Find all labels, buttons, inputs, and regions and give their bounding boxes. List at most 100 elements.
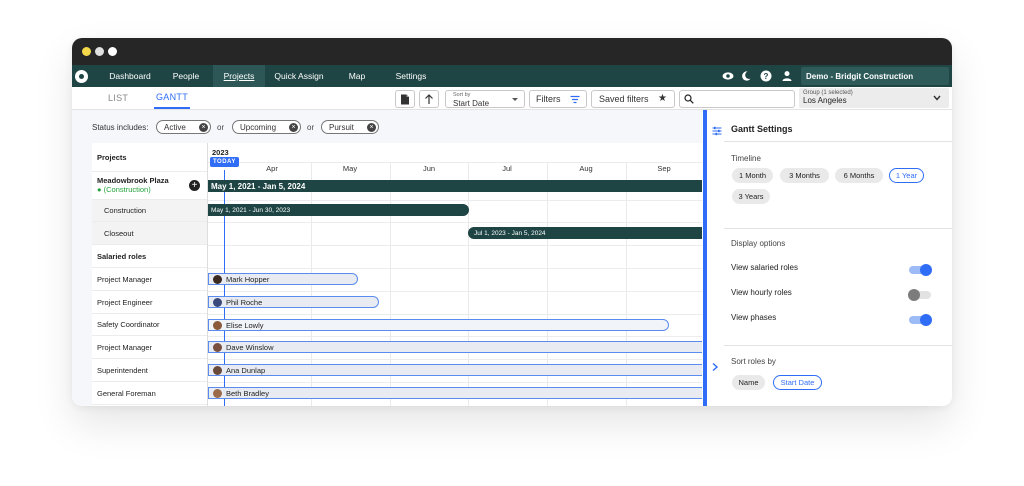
nav-quick-assign[interactable]: Quick Assign: [268, 65, 330, 87]
role-row[interactable]: Project Manager: [92, 336, 207, 359]
status-label: Status includes:: [92, 123, 148, 132]
close-icon[interactable]: ×: [199, 123, 208, 132]
document-icon: [400, 94, 410, 105]
status-chip-upcoming[interactable]: Upcoming ×: [232, 120, 301, 134]
export-button[interactable]: [395, 90, 415, 108]
person-name: Elise Lowly: [226, 321, 264, 330]
person-bar[interactable]: Beth Bradley: [208, 387, 702, 399]
company-selector[interactable]: Demo - Bridgit Construction: [801, 67, 949, 85]
month-label: Aug: [579, 164, 592, 173]
header-divider: [208, 162, 702, 163]
toggle-label: View phases: [731, 313, 776, 322]
phase-bar-construction[interactable]: May 1, 2021 - Jun 30, 2023: [208, 204, 469, 216]
bridgit-logo-icon[interactable]: [75, 70, 88, 83]
phase-row-closeout[interactable]: Closeout: [92, 222, 207, 245]
group-value: Los Angeles: [803, 96, 945, 105]
or-text: or: [217, 123, 224, 132]
help-icon[interactable]: ?: [760, 70, 772, 82]
traffic-light-yellow[interactable]: [82, 47, 91, 56]
row-divider: [208, 359, 702, 360]
sort-by-select[interactable]: Sort by Start Date: [445, 90, 525, 108]
chevron-down-icon: [512, 98, 518, 101]
add-icon[interactable]: +: [189, 180, 200, 191]
sort-option-selected[interactable]: Start Date: [773, 375, 822, 390]
timeline-option[interactable]: 3 Years: [732, 189, 770, 204]
person-bar[interactable]: Dave Winslow: [208, 341, 702, 353]
timeline-label: Timeline: [731, 154, 761, 163]
nav-map[interactable]: Map: [338, 65, 376, 87]
person-bar[interactable]: Mark Hopper: [208, 273, 358, 285]
phases-toggle[interactable]: [909, 316, 931, 324]
group-select[interactable]: Group (1 selected) Los Angeles: [799, 88, 949, 108]
sort-option[interactable]: Name: [732, 375, 765, 390]
timeline-option[interactable]: 3 Months: [780, 168, 829, 183]
timeline-option-selected[interactable]: 1 Year: [889, 168, 924, 183]
row-divider: [208, 200, 702, 201]
row-divider: [208, 291, 702, 292]
nav-dashboard[interactable]: Dashboard: [96, 65, 164, 87]
traffic-light-white[interactable]: [108, 47, 117, 56]
toggle-label: View hourly roles: [731, 288, 792, 297]
person-bar[interactable]: Elise Lowly: [208, 319, 669, 331]
status-filter-row: Status includes: Active × or Upcoming × …: [72, 110, 702, 143]
tab-gantt[interactable]: GANTT: [154, 87, 190, 109]
moon-icon[interactable]: [740, 70, 752, 82]
month-label: Jul: [502, 164, 512, 173]
role-row[interactable]: Project Engineer: [92, 291, 207, 314]
today-badge: TODAY: [210, 157, 239, 167]
phase-row-construction[interactable]: Construction: [92, 200, 207, 222]
divider: [724, 345, 952, 346]
roles-column: Projects Meadowbrook Plaza ● (Constructi…: [92, 143, 207, 406]
eye-icon[interactable]: [722, 70, 734, 82]
filters-button[interactable]: Filters: [529, 90, 587, 108]
divider: [724, 141, 952, 142]
user-icon[interactable]: [781, 70, 793, 82]
row-divider: [208, 336, 702, 337]
nav-people[interactable]: People: [164, 65, 208, 87]
timeline-option[interactable]: 6 Months: [835, 168, 883, 183]
month-label: Sep: [657, 164, 670, 173]
role-row[interactable]: Superintendent: [92, 359, 207, 382]
salaried-roles-header: Salaried roles: [92, 245, 207, 268]
timeline-option[interactable]: 1 Month: [732, 168, 773, 183]
svg-text:?: ?: [764, 72, 769, 81]
person-bar[interactable]: Phil Roche: [208, 296, 379, 308]
close-icon[interactable]: ×: [367, 123, 376, 132]
or-text: or: [307, 123, 314, 132]
salaried-roles-toggle[interactable]: [909, 266, 931, 274]
status-chip-active[interactable]: Active ×: [156, 120, 211, 134]
tab-list[interactable]: LIST: [108, 87, 128, 109]
top-navbar: Dashboard People Projects Quick Assign M…: [72, 65, 952, 87]
saved-filters-button[interactable]: Saved filters ★: [591, 90, 675, 108]
project-row-meadowbrook[interactable]: Meadowbrook Plaza ● (Construction) +: [92, 172, 207, 200]
role-row[interactable]: General Foreman: [92, 382, 207, 405]
chevron-right-icon[interactable]: [711, 362, 719, 372]
arrow-up-icon: [424, 94, 434, 105]
sliders-icon[interactable]: [712, 126, 722, 136]
traffic-light-gray[interactable]: [95, 47, 104, 56]
avatar: [213, 343, 222, 352]
avatar: [213, 321, 222, 330]
month-label: May: [343, 164, 357, 173]
avatar: [213, 298, 222, 307]
avatar: [213, 366, 222, 375]
row-divider: [208, 314, 702, 315]
status-chip-label: Pursuit: [329, 123, 354, 132]
person-name: Mark Hopper: [226, 275, 269, 284]
month-label: Apr: [266, 164, 278, 173]
role-row[interactable]: Project Manager: [92, 268, 207, 291]
nav-projects[interactable]: Projects: [213, 65, 265, 87]
close-icon[interactable]: ×: [289, 123, 298, 132]
phase-bar-closeout[interactable]: Jul 1, 2023 - Jan 5, 2024: [468, 227, 702, 239]
person-bar[interactable]: Ana Dunlap: [208, 364, 702, 376]
filter-icon: [570, 95, 580, 104]
search-input[interactable]: [679, 90, 795, 108]
role-row[interactable]: Safety Coordinator: [92, 314, 207, 336]
status-chip-pursuit[interactable]: Pursuit ×: [321, 120, 379, 134]
sort-value: Start Date: [453, 99, 489, 108]
hourly-roles-toggle[interactable]: [909, 291, 931, 299]
nav-settings[interactable]: Settings: [387, 65, 435, 87]
project-bar-meadowbrook[interactable]: May 1, 2021 - Jan 5, 2024: [208, 180, 702, 192]
filters-label: Filters: [536, 94, 561, 104]
sort-direction-button[interactable]: [419, 90, 439, 108]
